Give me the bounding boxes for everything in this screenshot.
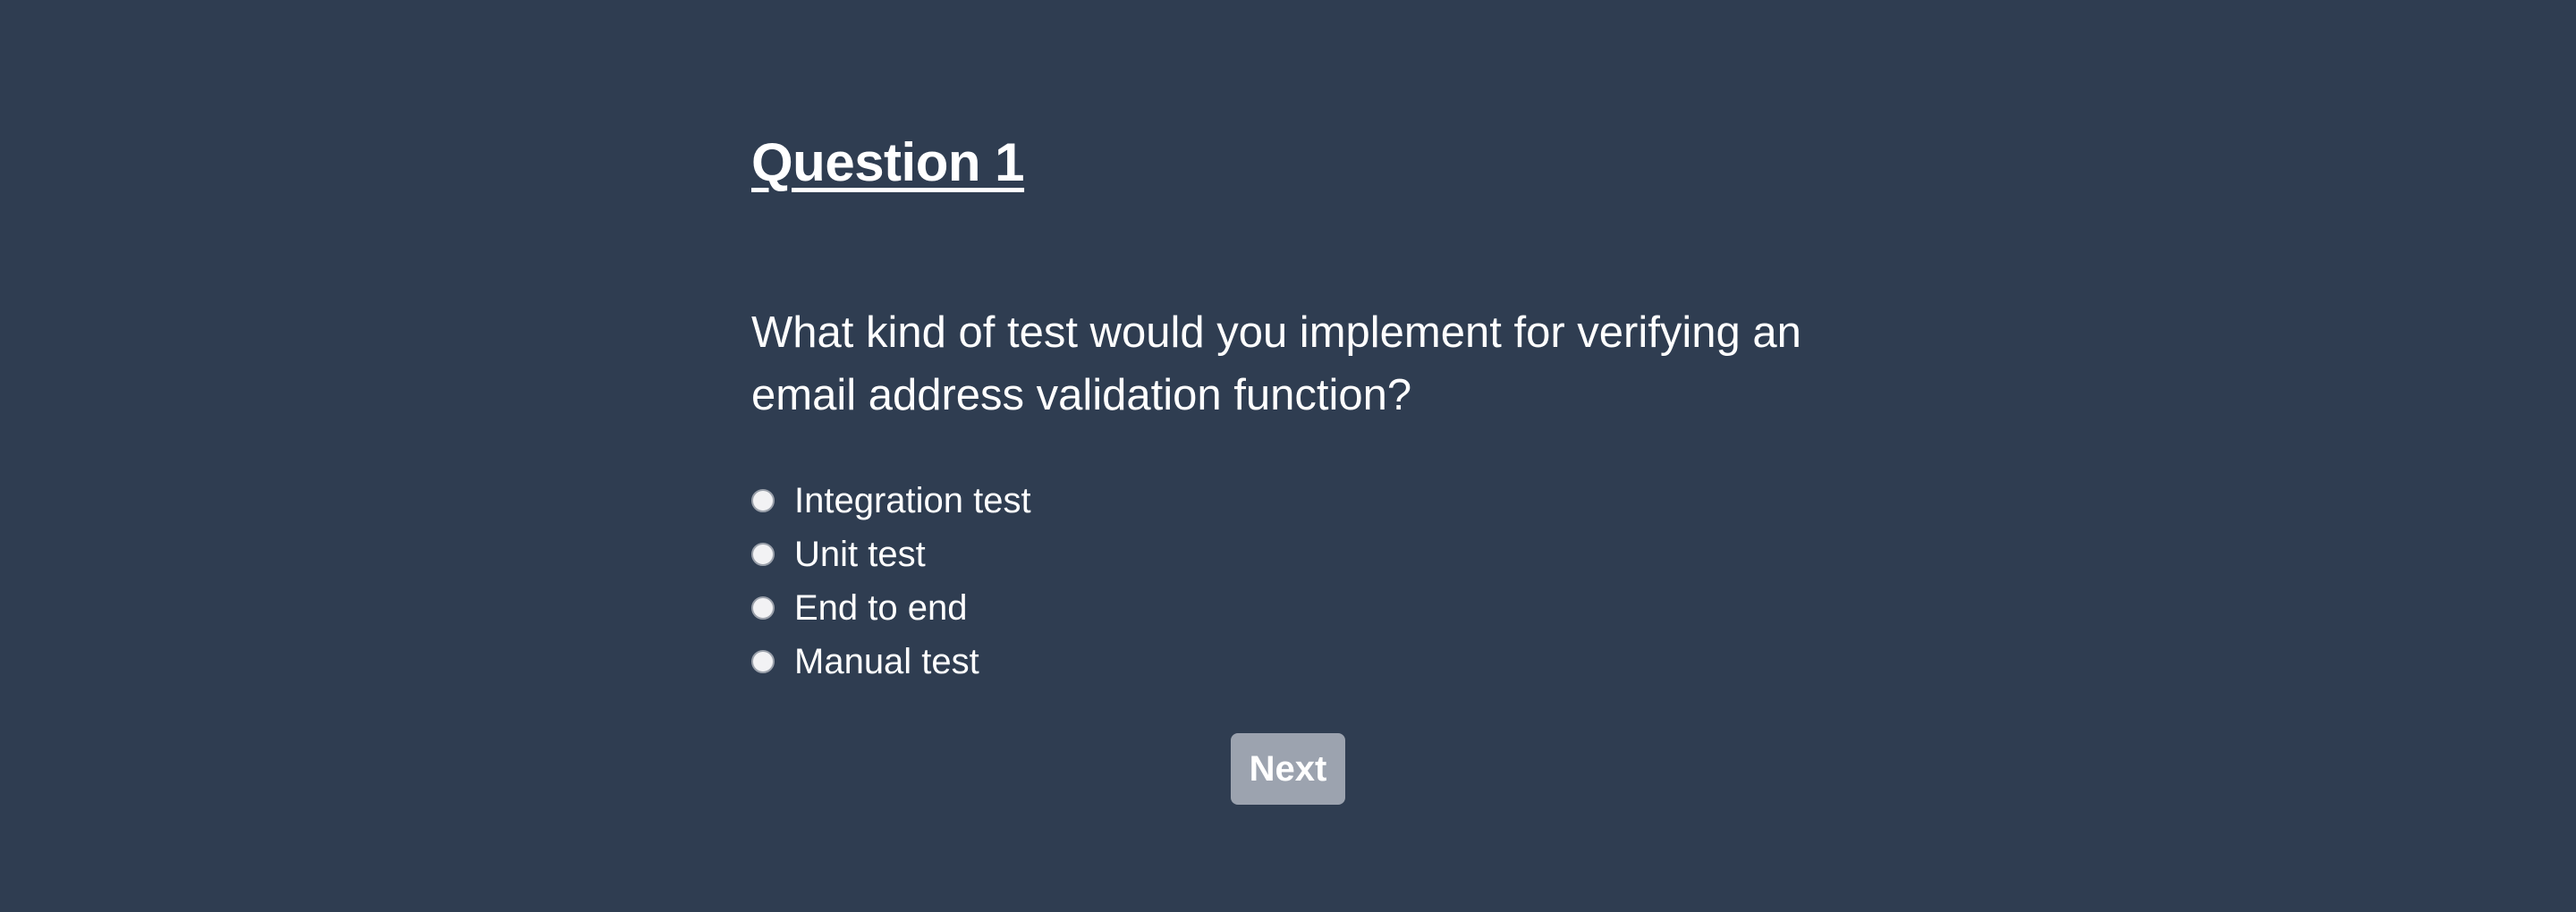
option-label: Integration test [794, 481, 1031, 520]
option-manual-test[interactable]: Manual test [751, 635, 1031, 688]
question-title: Question 1 [751, 132, 1025, 192]
radio-button[interactable] [751, 543, 775, 566]
radio-button[interactable] [751, 489, 775, 512]
option-label: Manual test [794, 642, 979, 681]
option-unit-test[interactable]: Unit test [751, 528, 1031, 581]
quiz-container: Question 1 What kind of test would you i… [751, 0, 1825, 912]
option-label: Unit test [794, 535, 926, 574]
answer-options: Integration test Unit test End to end Ma… [751, 474, 1031, 688]
option-label: End to end [794, 588, 968, 628]
next-button[interactable]: Next [1231, 733, 1345, 805]
question-text: What kind of test would you implement fo… [751, 308, 1801, 419]
option-end-to-end[interactable]: End to end [751, 581, 1031, 635]
radio-button[interactable] [751, 650, 775, 673]
option-integration-test[interactable]: Integration test [751, 474, 1031, 528]
radio-button[interactable] [751, 596, 775, 620]
